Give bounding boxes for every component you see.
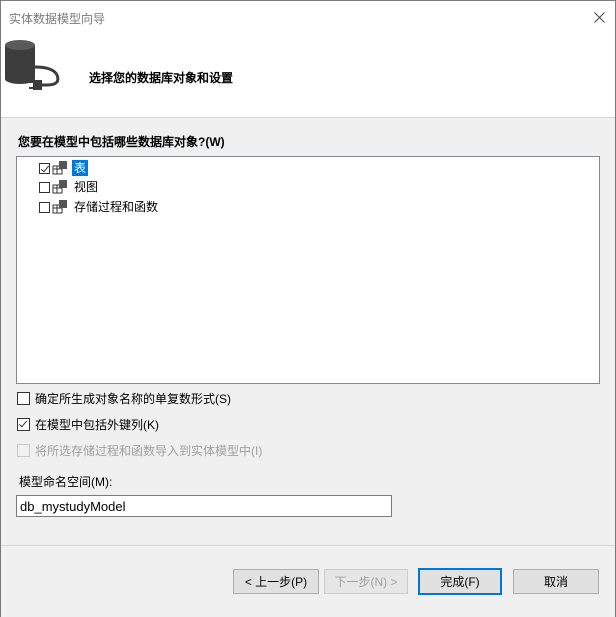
tables-checkbox[interactable] [39, 162, 50, 174]
stored-procedure-icon [52, 200, 67, 214]
tree-item-stored-procedures[interactable]: 存储过程和函数 [39, 198, 160, 216]
foreign-keys-checkbox[interactable] [17, 418, 30, 431]
objects-label: 您要在模型中包括哪些数据库对象?(W) [18, 135, 225, 149]
namespace-label: 模型命名空间(M): [19, 475, 113, 489]
pluralize-option[interactable]: 确定所生成对象名称的单复数形式(S) [17, 390, 231, 407]
import-procedures-label: 将所选存储过程和函数导入到实体模型中(I) [35, 444, 263, 458]
foreign-keys-label: 在模型中包括外键列(K) [35, 418, 159, 432]
namespace-input[interactable] [16, 495, 392, 517]
tree-item-label: 存储过程和函数 [74, 200, 159, 214]
database-objects-tree[interactable]: 表 视图 存储过程和函数 [16, 156, 600, 384]
table-icon [52, 161, 67, 175]
import-procedures-option: 将所选存储过程和函数导入到实体模型中(I) [17, 442, 262, 459]
stored-procedures-checkbox[interactable] [39, 201, 50, 213]
cancel-button[interactable]: 取消 [513, 569, 599, 594]
views-checkbox[interactable] [39, 181, 50, 193]
wizard-footer: < 上一步(P) 下一步(N) > 完成(F) 取消 [1, 545, 615, 617]
foreign-keys-option[interactable]: 在模型中包括外键列(K) [17, 416, 159, 433]
pluralize-label: 确定所生成对象名称的单复数形式(S) [35, 392, 231, 406]
close-button[interactable] [585, 1, 615, 34]
title-bar: 实体数据模型向导 [1, 1, 615, 34]
wizard-step-title: 选择您的数据库对象和设置 [89, 71, 234, 85]
next-button: 下一步(N) > [324, 569, 408, 594]
pluralize-checkbox[interactable] [17, 392, 30, 405]
window-title: 实体数据模型向导 [9, 12, 106, 26]
tree-item-tables[interactable]: 表 [39, 159, 89, 177]
tree-item-views[interactable]: 视图 [39, 178, 100, 196]
view-icon [52, 180, 67, 194]
back-button[interactable]: < 上一步(P) [233, 569, 319, 594]
wizard-header: 选择您的数据库对象和设置 [1, 34, 615, 118]
tree-item-label: 表 [72, 160, 89, 176]
close-icon [594, 12, 605, 23]
finish-button[interactable]: 完成(F) [418, 568, 502, 595]
database-connection-icon [5, 40, 60, 90]
tree-item-label: 视图 [74, 180, 99, 194]
import-procedures-checkbox [17, 444, 30, 457]
entity-data-model-wizard: 实体数据模型向导 选择您的数据库对象和设置 您要在模型中包括哪些数据库对象?(W… [0, 0, 616, 617]
